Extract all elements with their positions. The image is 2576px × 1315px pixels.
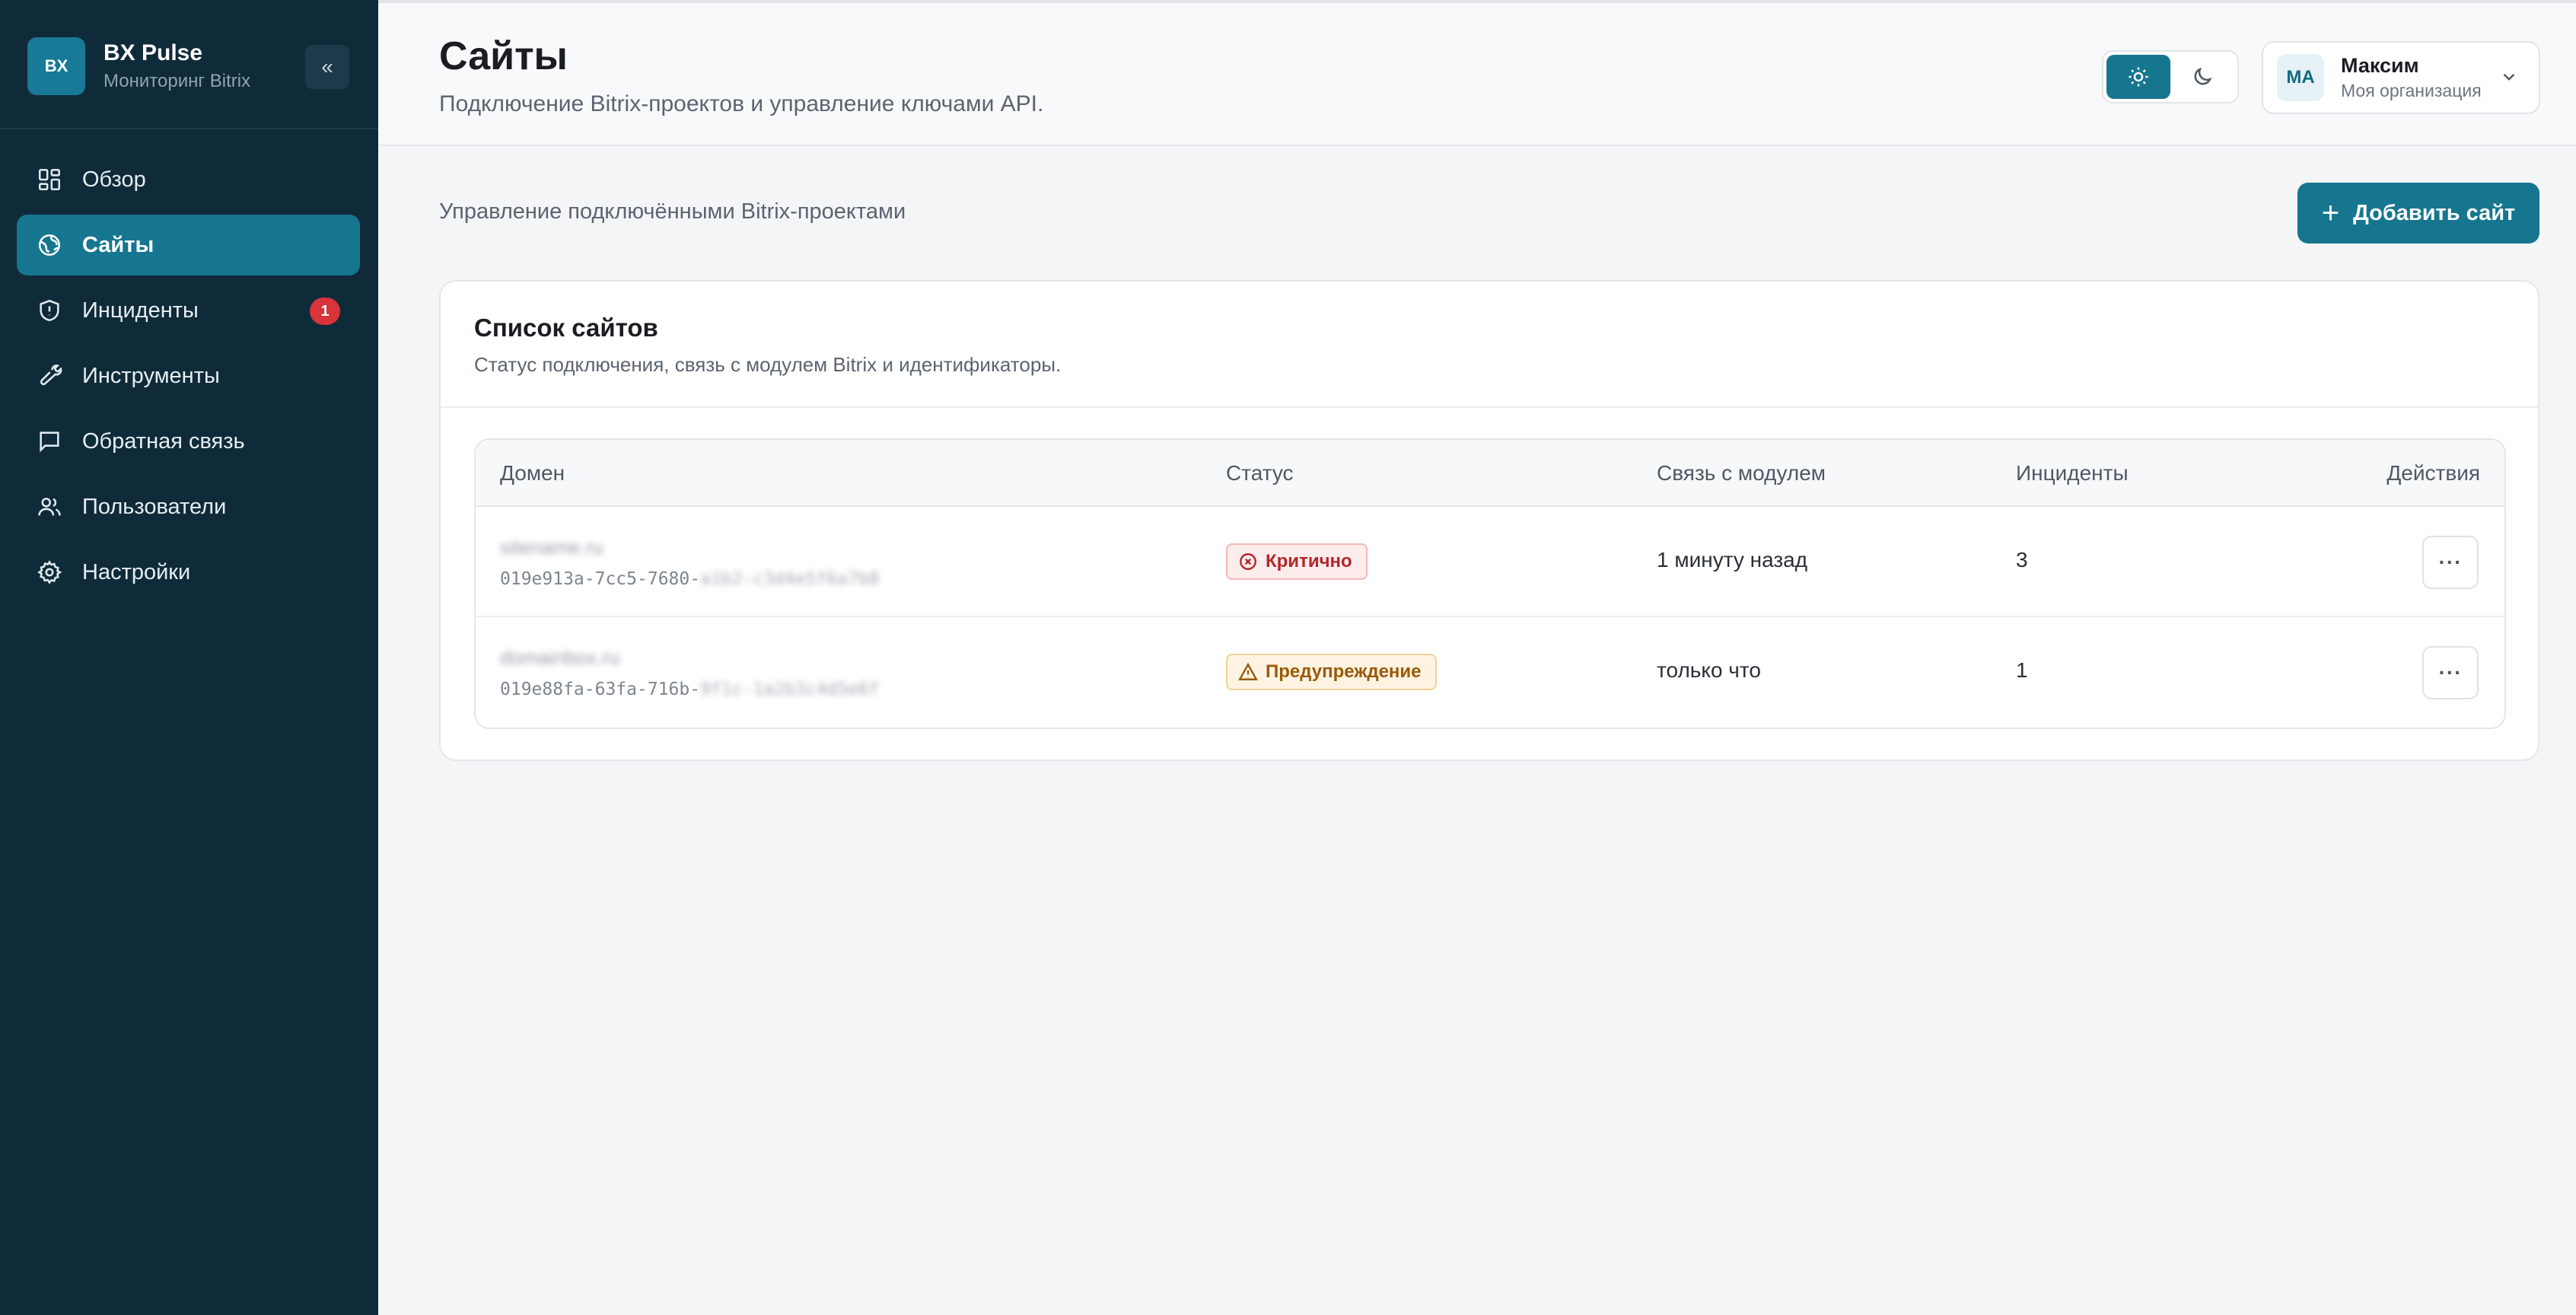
theme-toggle (2102, 50, 2239, 103)
sidebar-item-overview[interactable]: Обзор (17, 149, 360, 210)
site-id-masked: 9f1c-1a2b3c4d5e6f (700, 680, 880, 699)
domain-name[interactable]: domainbox.ru (500, 646, 620, 670)
sidebar-nav: Обзор Сайты Инциденты 1 Инструменты Обра… (17, 149, 360, 607)
column-header-actions: Действия (2387, 461, 2480, 485)
incidents-count: 1 (2016, 658, 2028, 682)
page-title: Сайты (439, 34, 568, 78)
user-menu[interactable]: MA Максим Моя организация (2262, 41, 2540, 114)
add-site-label: Добавить сайт (2353, 200, 2516, 225)
globe-icon (37, 232, 62, 258)
brand-text: BX Pulse Мониторинг Bitrix (103, 40, 250, 92)
site-id-masked: a1b2-c3d4e5f6a7b8 (700, 569, 880, 589)
wrench-icon (37, 363, 62, 389)
dark-theme-button[interactable] (2170, 55, 2234, 99)
sites-table: Домен Статус Связь с модулем Инциденты Д… (474, 438, 2506, 729)
status-label: Критично (1266, 551, 1352, 572)
site-id-prefix: 019e88fa-63fa-716b- (500, 680, 701, 699)
user-name: Максим (2341, 54, 2419, 77)
brand-logo: BX (27, 37, 85, 95)
sidebar-item-label: Обратная связь (82, 428, 245, 454)
sidebar: BX BX Pulse Мониторинг Bitrix « Обзор Са… (0, 0, 378, 1315)
dashboard-icon (37, 167, 62, 193)
sidebar-divider (0, 128, 378, 129)
site-id: 019e913a-7cc5-7680-a1b2-c3d4e5f6a7b8 (500, 569, 880, 589)
sidebar-item-settings[interactable]: Настройки (17, 542, 360, 603)
table-header: Домен Статус Связь с модулем Инциденты Д… (476, 440, 2504, 507)
collapse-sidebar-button[interactable]: « (305, 45, 349, 89)
light-theme-button[interactable] (2106, 55, 2170, 99)
users-icon (37, 494, 62, 520)
column-header-domain: Домен (500, 461, 565, 485)
error-circle-icon (1240, 553, 1256, 570)
sidebar-item-users[interactable]: Пользователи (17, 476, 360, 537)
moon-icon (2194, 67, 2212, 85)
row-actions-button[interactable]: ··· (2422, 536, 2479, 589)
incidents-count-badge: 1 (310, 298, 340, 325)
card-subtitle: Статус подключения, связь с модулем Bitr… (474, 353, 1062, 376)
avatar: MA (2277, 54, 2324, 101)
sidebar-item-label: Настройки (82, 559, 191, 584)
sidebar-item-sites[interactable]: Сайты (17, 215, 360, 275)
sidebar-item-tools[interactable]: Инструменты (17, 345, 360, 406)
incidents-count: 3 (2016, 548, 2028, 572)
user-info: Максим Моя организация (2341, 54, 2482, 101)
module-link-time: 1 минуту назад (1657, 548, 1808, 572)
column-header-status: Статус (1226, 461, 1294, 485)
page-subtitle: Подключение Bitrix-проектов и управление… (439, 91, 1044, 116)
sidebar-item-label: Инциденты (82, 298, 199, 323)
sites-card: Список сайтов Статус подключения, связь … (439, 280, 2539, 761)
card-divider (441, 406, 2538, 408)
module-link-time: только что (1657, 658, 1761, 682)
column-header-incidents: Инциденты (2016, 461, 2129, 485)
status-label: Предупреждение (1266, 661, 1422, 682)
add-site-button[interactable]: + Добавить сайт (2297, 183, 2539, 244)
sidebar-item-label: Инструменты (82, 363, 220, 388)
sidebar-item-feedback[interactable]: Обратная связь (17, 411, 360, 472)
sidebar-item-incidents[interactable]: Инциденты 1 (17, 280, 360, 341)
plus-icon: + (2321, 196, 2340, 230)
site-id: 019e88fa-63fa-716b-9f1c-1a2b3c4d5e6f (500, 680, 880, 699)
status-badge: Предупреждение (1226, 654, 1437, 690)
sidebar-item-label: Сайты (82, 232, 154, 257)
message-icon (37, 428, 62, 454)
sidebar-item-label: Обзор (82, 167, 146, 192)
page-header: Сайты Подключение Bitrix-проектов и упра… (378, 0, 2576, 146)
status-badge: Критично (1226, 543, 1368, 580)
shield-icon (37, 298, 62, 323)
brand-name: BX Pulse (103, 40, 203, 65)
brand[interactable]: BX BX Pulse Мониторинг Bitrix (27, 37, 250, 96)
main-subtitle: Управление подключёнными Bitrix-проектам… (439, 199, 906, 224)
chevron-down-icon (2503, 73, 2515, 81)
site-id-prefix: 019e913a-7cc5-7680- (500, 569, 701, 589)
column-header-module-link: Связь с модулем (1657, 461, 1826, 485)
row-actions-button[interactable]: ··· (2422, 646, 2479, 699)
card-title: Список сайтов (474, 314, 658, 342)
warning-triangle-icon (1238, 662, 1258, 680)
table-row[interactable]: domainbox.ru 019e88fa-63fa-716b-9f1c-1a2… (476, 617, 2504, 728)
sun-icon (2129, 67, 2148, 87)
sidebar-item-label: Пользователи (82, 494, 227, 519)
table-row[interactable]: sitename.ru 019e913a-7cc5-7680-a1b2-c3d4… (476, 507, 2504, 617)
user-organization: Моя организация (2341, 81, 2482, 100)
brand-subtitle: Мониторинг Bitrix (103, 71, 251, 91)
domain-name[interactable]: sitename.ru (500, 536, 603, 559)
gear-icon (37, 559, 62, 585)
